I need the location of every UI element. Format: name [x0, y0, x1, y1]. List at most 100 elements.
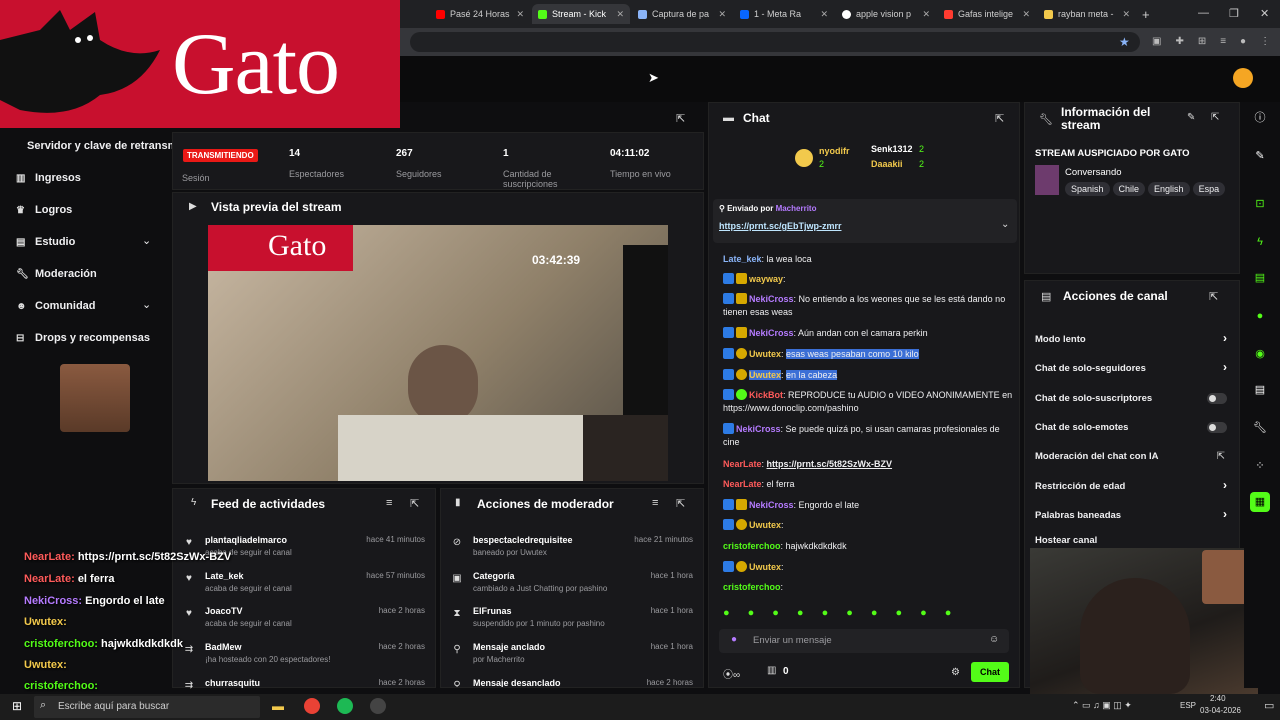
- tag[interactable]: Spanish: [1065, 182, 1110, 196]
- close-icon[interactable]: ✕: [1022, 9, 1030, 20]
- top-user[interactable]: Daaakii: [871, 159, 903, 169]
- popout-icon[interactable]: ⇱: [676, 497, 685, 510]
- chevron-right-icon[interactable]: ›: [1223, 331, 1227, 345]
- top-user[interactable]: Senk1312: [871, 144, 913, 154]
- url-input[interactable]: [410, 32, 1140, 52]
- broadcast-icon[interactable]: ◉: [1250, 344, 1270, 364]
- notifications-icon[interactable]: ▭: [1264, 699, 1274, 712]
- tag[interactable]: English: [1148, 182, 1190, 196]
- sidebar-item-ingresos[interactable]: ▥ Ingresos: [16, 172, 81, 184]
- feed-row[interactable]: ♥ Late_kek acaba de seguir el canal hace 57…: [173, 569, 435, 605]
- chevron-down-icon[interactable]: ⌄: [1001, 219, 1009, 230]
- system-tray-icons[interactable]: ⌃ ▭ ♫ ▣ ◫ ✦: [1072, 700, 1132, 711]
- emotes-only-toggle[interactable]: [1207, 422, 1227, 433]
- mod-row[interactable]: ⚲ Mensaje desanclado hace 2 horas: [441, 676, 703, 687]
- wrench-icon[interactable]: 🔧︎: [1250, 418, 1270, 438]
- popout-icon[interactable]: ⇱: [995, 112, 1004, 125]
- pinned-message[interactable]: ⚲ Enviado por Macherrito https://prnt.sc…: [713, 199, 1017, 243]
- top-user[interactable]: nyodifr: [819, 146, 850, 156]
- browser-tab[interactable]: Pasé 24 Horas ✕: [430, 4, 530, 24]
- document-icon[interactable]: ▤: [1250, 268, 1270, 288]
- chat-input[interactable]: ● Enviar un mensaje ☺: [719, 629, 1009, 653]
- chevron-right-icon[interactable]: ›: [1223, 507, 1227, 521]
- points-icon[interactable]: ▥: [767, 665, 776, 676]
- emote-bar[interactable]: ●●●●●●●●●●: [723, 607, 1013, 621]
- subs-only-toggle[interactable]: [1207, 393, 1227, 404]
- banned-words-item[interactable]: Palabras baneadas: [1035, 510, 1215, 521]
- mod-row[interactable]: ⧗ ElFrunas suspendido por 1 minuto por pas…: [441, 604, 703, 640]
- stream-preview-video[interactable]: Gato 03:42:39: [208, 225, 668, 481]
- file-explorer-icon[interactable]: ▬: [272, 699, 284, 713]
- mod-row[interactable]: ▣ Categoría cambiado a Just Chatting por p…: [441, 569, 703, 605]
- browser-tab[interactable]: Captura de pa ✕: [632, 4, 732, 24]
- bolt-icon[interactable]: ϟ: [1250, 232, 1270, 252]
- sidebar-item-drops[interactable]: ⊟ Drops y recompensas: [16, 332, 150, 344]
- tag[interactable]: Chile: [1112, 182, 1146, 196]
- pinned-link[interactable]: https://prnt.sc/gEbTjwp-zmrr: [719, 221, 842, 231]
- close-icon[interactable]: ✕: [516, 9, 524, 20]
- taskbar-search[interactable]: ⌕ Escribe aquí para buscar: [34, 696, 260, 718]
- edit-icon[interactable]: ✎: [1250, 146, 1270, 166]
- edit-icon[interactable]: ✎: [1187, 112, 1195, 123]
- browser-tab[interactable]: 1 - Meta Ra ✕: [734, 4, 834, 24]
- send-chat-button[interactable]: Chat: [971, 662, 1009, 682]
- new-tab-button[interactable]: +: [1136, 4, 1152, 24]
- close-icon[interactable]: ✕: [616, 9, 624, 20]
- language-indicator[interactable]: ESP: [1180, 701, 1196, 710]
- chevron-down-icon[interactable]: ⌄: [142, 298, 151, 311]
- chevron-right-icon[interactable]: ›: [1223, 478, 1227, 492]
- filter-icon[interactable]: ≡: [652, 497, 658, 509]
- clapper-icon[interactable]: ▦: [1250, 492, 1270, 512]
- mod-row[interactable]: ⊘ bespectacledrequisitee baneado por Uwute…: [441, 533, 703, 569]
- obs-icon[interactable]: [370, 698, 386, 714]
- emoji-icon[interactable]: ☺: [989, 634, 999, 645]
- browser-tab[interactable]: rayban meta - ✕: [1038, 4, 1136, 24]
- clock-date[interactable]: 03-04-2026: [1200, 706, 1241, 715]
- external-link-icon[interactable]: ⇱: [1217, 451, 1225, 462]
- tag[interactable]: Espa: [1192, 182, 1226, 196]
- maximize-icon[interactable]: ❐: [1229, 7, 1239, 20]
- popout-icon[interactable]: ⇱: [410, 497, 419, 510]
- close-icon[interactable]: ✕: [922, 9, 930, 20]
- popout-icon[interactable]: ⇱: [676, 112, 685, 125]
- apps-icon[interactable]: ⁘: [1250, 456, 1270, 476]
- sidebar-item-comunidad[interactable]: ☻ Comunidad: [16, 300, 96, 312]
- info-icon[interactable]: ⓘ: [1250, 108, 1270, 128]
- camera-icon[interactable]: ⊡: [1250, 194, 1270, 214]
- browser-tab-active[interactable]: Stream - Kick ✕: [532, 4, 630, 24]
- browser-tab[interactable]: Gafas intelige ✕: [938, 4, 1036, 24]
- sidebar-item-moderacion[interactable]: 🔧︎ Moderación: [16, 268, 97, 280]
- close-icon[interactable]: ✕: [718, 9, 726, 20]
- age-restriction-item[interactable]: Restricción de edad: [1035, 481, 1215, 492]
- settings-icon[interactable]: ⚙: [951, 667, 960, 678]
- list-icon[interactable]: ▤: [1250, 380, 1270, 400]
- browser-tab[interactable]: apple vision p ✕: [836, 4, 936, 24]
- close-window-icon[interactable]: ✕: [1260, 7, 1269, 20]
- mic-icon[interactable]: ●: [731, 634, 737, 645]
- chevron-right-icon[interactable]: ›: [1223, 360, 1227, 374]
- chat-bubble-icon[interactable]: ●: [1250, 306, 1270, 326]
- chrome-icon[interactable]: [304, 698, 320, 714]
- extensions-icon[interactable]: ▣✚⊞≡●⋮: [1152, 36, 1272, 50]
- sidebar-header[interactable]: Servidor y clave de retransmisión: [27, 140, 172, 152]
- mod-row[interactable]: ⚲ Mensaje anclado por Macherrito hace 1 hor…: [441, 640, 703, 676]
- category-name[interactable]: Conversando: [1065, 167, 1122, 178]
- popout-icon[interactable]: ⇱: [1209, 290, 1218, 303]
- windows-start-icon[interactable]: ⊞: [12, 699, 22, 713]
- chevron-down-icon[interactable]: ⌄: [142, 234, 151, 247]
- followers-only-item[interactable]: Chat de solo-seguidores: [1035, 363, 1215, 374]
- avatar[interactable]: [1233, 68, 1253, 88]
- filter-icon[interactable]: ≡: [386, 497, 392, 509]
- bookmark-star-icon[interactable]: ★: [1119, 35, 1130, 49]
- sidebar-item-estudio[interactable]: ▤ Estudio: [16, 236, 75, 248]
- sidebar-item-logros[interactable]: ♛ Logros: [16, 204, 72, 216]
- infinity-icon[interactable]: ⦿∞: [723, 666, 740, 681]
- feed-row[interactable]: ⇉ BadMew ¡ha hosteado con 20 espectadores!…: [173, 640, 435, 676]
- spotify-icon[interactable]: [337, 698, 353, 714]
- minimize-icon[interactable]: —: [1198, 7, 1209, 19]
- feed-row[interactable]: ♥ JoacoTV acaba de seguir el canal hace 2 h…: [173, 604, 435, 640]
- host-channel-item[interactable]: Hostear canal: [1035, 535, 1215, 546]
- close-icon[interactable]: ✕: [1122, 9, 1130, 20]
- ai-moderation-item[interactable]: Moderación del chat con IA: [1035, 451, 1215, 462]
- close-icon[interactable]: ✕: [820, 9, 828, 20]
